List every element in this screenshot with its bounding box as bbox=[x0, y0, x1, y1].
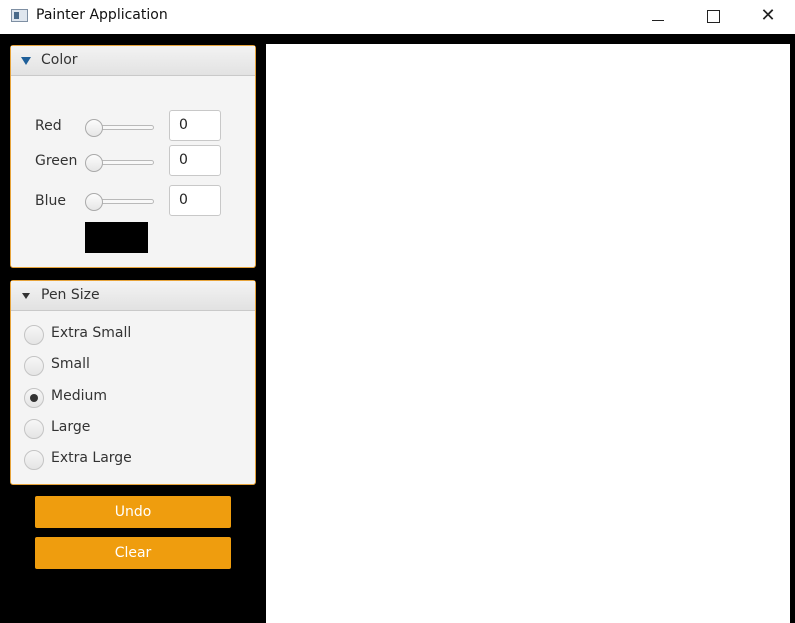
expand-arrow-icon bbox=[22, 293, 30, 299]
minimize-icon bbox=[652, 19, 664, 21]
expand-arrow-icon bbox=[21, 57, 31, 65]
pen-size-option[interactable]: Medium bbox=[24, 387, 224, 409]
app-window-icon bbox=[11, 9, 28, 22]
close-icon: ✕ bbox=[760, 5, 776, 26]
color-pane-header[interactable]: Color bbox=[11, 46, 255, 76]
pen-size-pane: Pen Size Extra Small Small Medium Large … bbox=[10, 280, 256, 485]
color-preview-swatch bbox=[85, 222, 148, 253]
radio-button[interactable] bbox=[24, 356, 44, 376]
pen-size-option[interactable]: Extra Large bbox=[24, 449, 224, 471]
radio-button[interactable] bbox=[24, 419, 44, 439]
blue-label: Blue bbox=[35, 193, 66, 209]
pen-size-option-label: Small bbox=[51, 356, 90, 372]
red-label: Red bbox=[35, 118, 62, 134]
blue-slider[interactable] bbox=[85, 193, 154, 211]
close-button[interactable]: ✕ bbox=[741, 0, 795, 32]
radio-button[interactable] bbox=[24, 388, 44, 408]
blue-value-field[interactable]: 0 bbox=[169, 185, 221, 216]
undo-button[interactable]: Undo bbox=[35, 496, 231, 528]
pen-size-option[interactable]: Extra Small bbox=[24, 324, 224, 346]
pen-size-pane-header[interactable]: Pen Size bbox=[11, 281, 255, 311]
color-pane: Color Red 0 Green 0 Blue 0 bbox=[10, 45, 256, 268]
maximize-icon bbox=[706, 9, 720, 23]
green-slider[interactable] bbox=[85, 154, 154, 172]
title-bar: Painter Application ✕ bbox=[0, 0, 795, 34]
clear-button[interactable]: Clear bbox=[35, 537, 231, 569]
red-value-field[interactable]: 0 bbox=[169, 110, 221, 141]
maximize-button[interactable] bbox=[686, 0, 740, 32]
slider-thumb[interactable] bbox=[85, 193, 103, 211]
radio-button[interactable] bbox=[24, 325, 44, 345]
pen-size-option[interactable]: Small bbox=[24, 355, 224, 377]
slider-thumb[interactable] bbox=[85, 154, 103, 172]
window-title: Painter Application bbox=[36, 7, 168, 23]
pen-size-option-label: Extra Small bbox=[51, 325, 132, 341]
color-pane-title: Color bbox=[41, 52, 78, 68]
pen-size-option-label: Medium bbox=[51, 388, 107, 404]
pen-size-option-label: Large bbox=[51, 419, 91, 435]
pen-size-pane-title: Pen Size bbox=[41, 287, 100, 303]
red-slider[interactable] bbox=[85, 119, 154, 137]
green-label: Green bbox=[35, 153, 78, 169]
slider-thumb[interactable] bbox=[85, 119, 103, 137]
main-area: Color Red 0 Green 0 Blue 0 Pen Size Extr… bbox=[0, 34, 795, 623]
pen-size-option-label: Extra Large bbox=[51, 450, 132, 466]
minimize-button[interactable] bbox=[631, 0, 685, 32]
drawing-canvas[interactable] bbox=[266, 44, 790, 623]
pen-size-option[interactable]: Large bbox=[24, 418, 224, 440]
radio-button[interactable] bbox=[24, 450, 44, 470]
green-value-field[interactable]: 0 bbox=[169, 145, 221, 176]
